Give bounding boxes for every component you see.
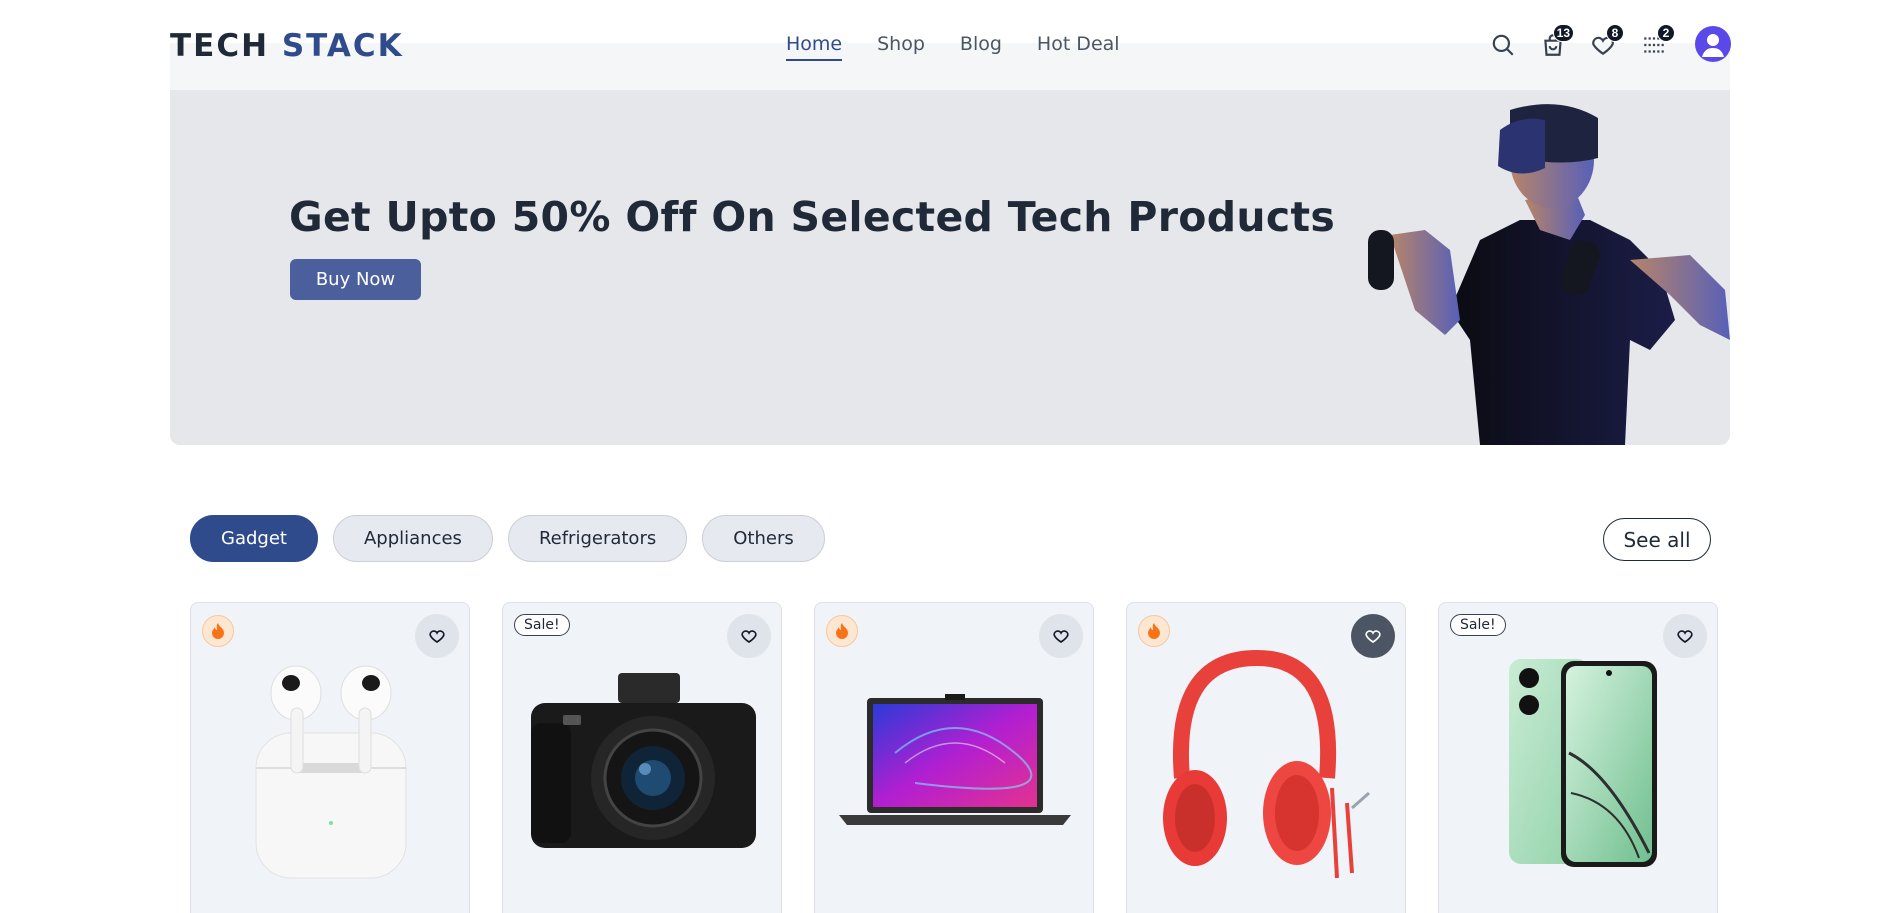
brand-logo-part1: TECH xyxy=(170,28,270,64)
tab-others[interactable]: Others xyxy=(702,515,825,562)
laptop-image xyxy=(815,633,1093,893)
compare-count-badge: 2 xyxy=(1657,24,1675,42)
search-icon[interactable] xyxy=(1488,30,1518,60)
nav-blog[interactable]: Blog xyxy=(960,33,1002,61)
category-tabs: Gadget Appliances Refrigerators Others xyxy=(190,515,825,562)
airpods-image xyxy=(191,633,469,893)
nav-shop[interactable]: Shop xyxy=(877,33,925,61)
product-card[interactable]: Sale! xyxy=(1438,602,1718,913)
user-avatar-icon[interactable] xyxy=(1695,26,1731,62)
main-nav: Home Shop Blog Hot Deal xyxy=(786,33,1120,61)
header-actions: 13 8 2 xyxy=(1488,24,1731,66)
wishlist-count-badge: 8 xyxy=(1606,24,1624,42)
vr-headset-man-image xyxy=(1368,104,1730,445)
product-card[interactable] xyxy=(190,602,470,913)
brand-logo-part2: STACK xyxy=(281,28,404,64)
tab-refrigerators[interactable]: Refrigerators xyxy=(507,515,688,562)
site-header: TECH STACK Home Shop Blog Hot Deal 13 8 … xyxy=(0,0,1898,90)
cart-count-badge: 13 xyxy=(1552,24,1574,42)
product-card[interactable]: Sale! xyxy=(502,602,782,913)
buy-now-button[interactable]: Buy Now xyxy=(290,259,421,300)
red-headphones-image xyxy=(1127,633,1405,893)
shopping-bag-icon[interactable]: 13 xyxy=(1538,24,1574,60)
hero-title: Get Upto 50% Off On Selected Tech Produc… xyxy=(289,193,1336,241)
nav-home[interactable]: Home xyxy=(786,33,843,61)
product-card[interactable] xyxy=(1126,602,1406,913)
grid-list-icon[interactable]: 2 xyxy=(1639,24,1675,60)
hero-banner: Get Upto 50% Off On Selected Tech Produc… xyxy=(170,90,1730,445)
heart-icon[interactable]: 8 xyxy=(1588,24,1624,60)
tab-appliances[interactable]: Appliances xyxy=(332,515,493,562)
product-card[interactable] xyxy=(814,602,1094,913)
brand-logo[interactable]: TECH STACK xyxy=(170,28,404,64)
green-smartphone-image xyxy=(1439,633,1717,893)
nav-hot-deal[interactable]: Hot Deal xyxy=(1037,33,1120,61)
product-list: Sale! Sale! xyxy=(190,602,1730,913)
see-all-button[interactable]: See all xyxy=(1603,518,1711,561)
tab-gadget[interactable]: Gadget xyxy=(190,515,318,562)
canon-camera-image xyxy=(503,633,781,893)
